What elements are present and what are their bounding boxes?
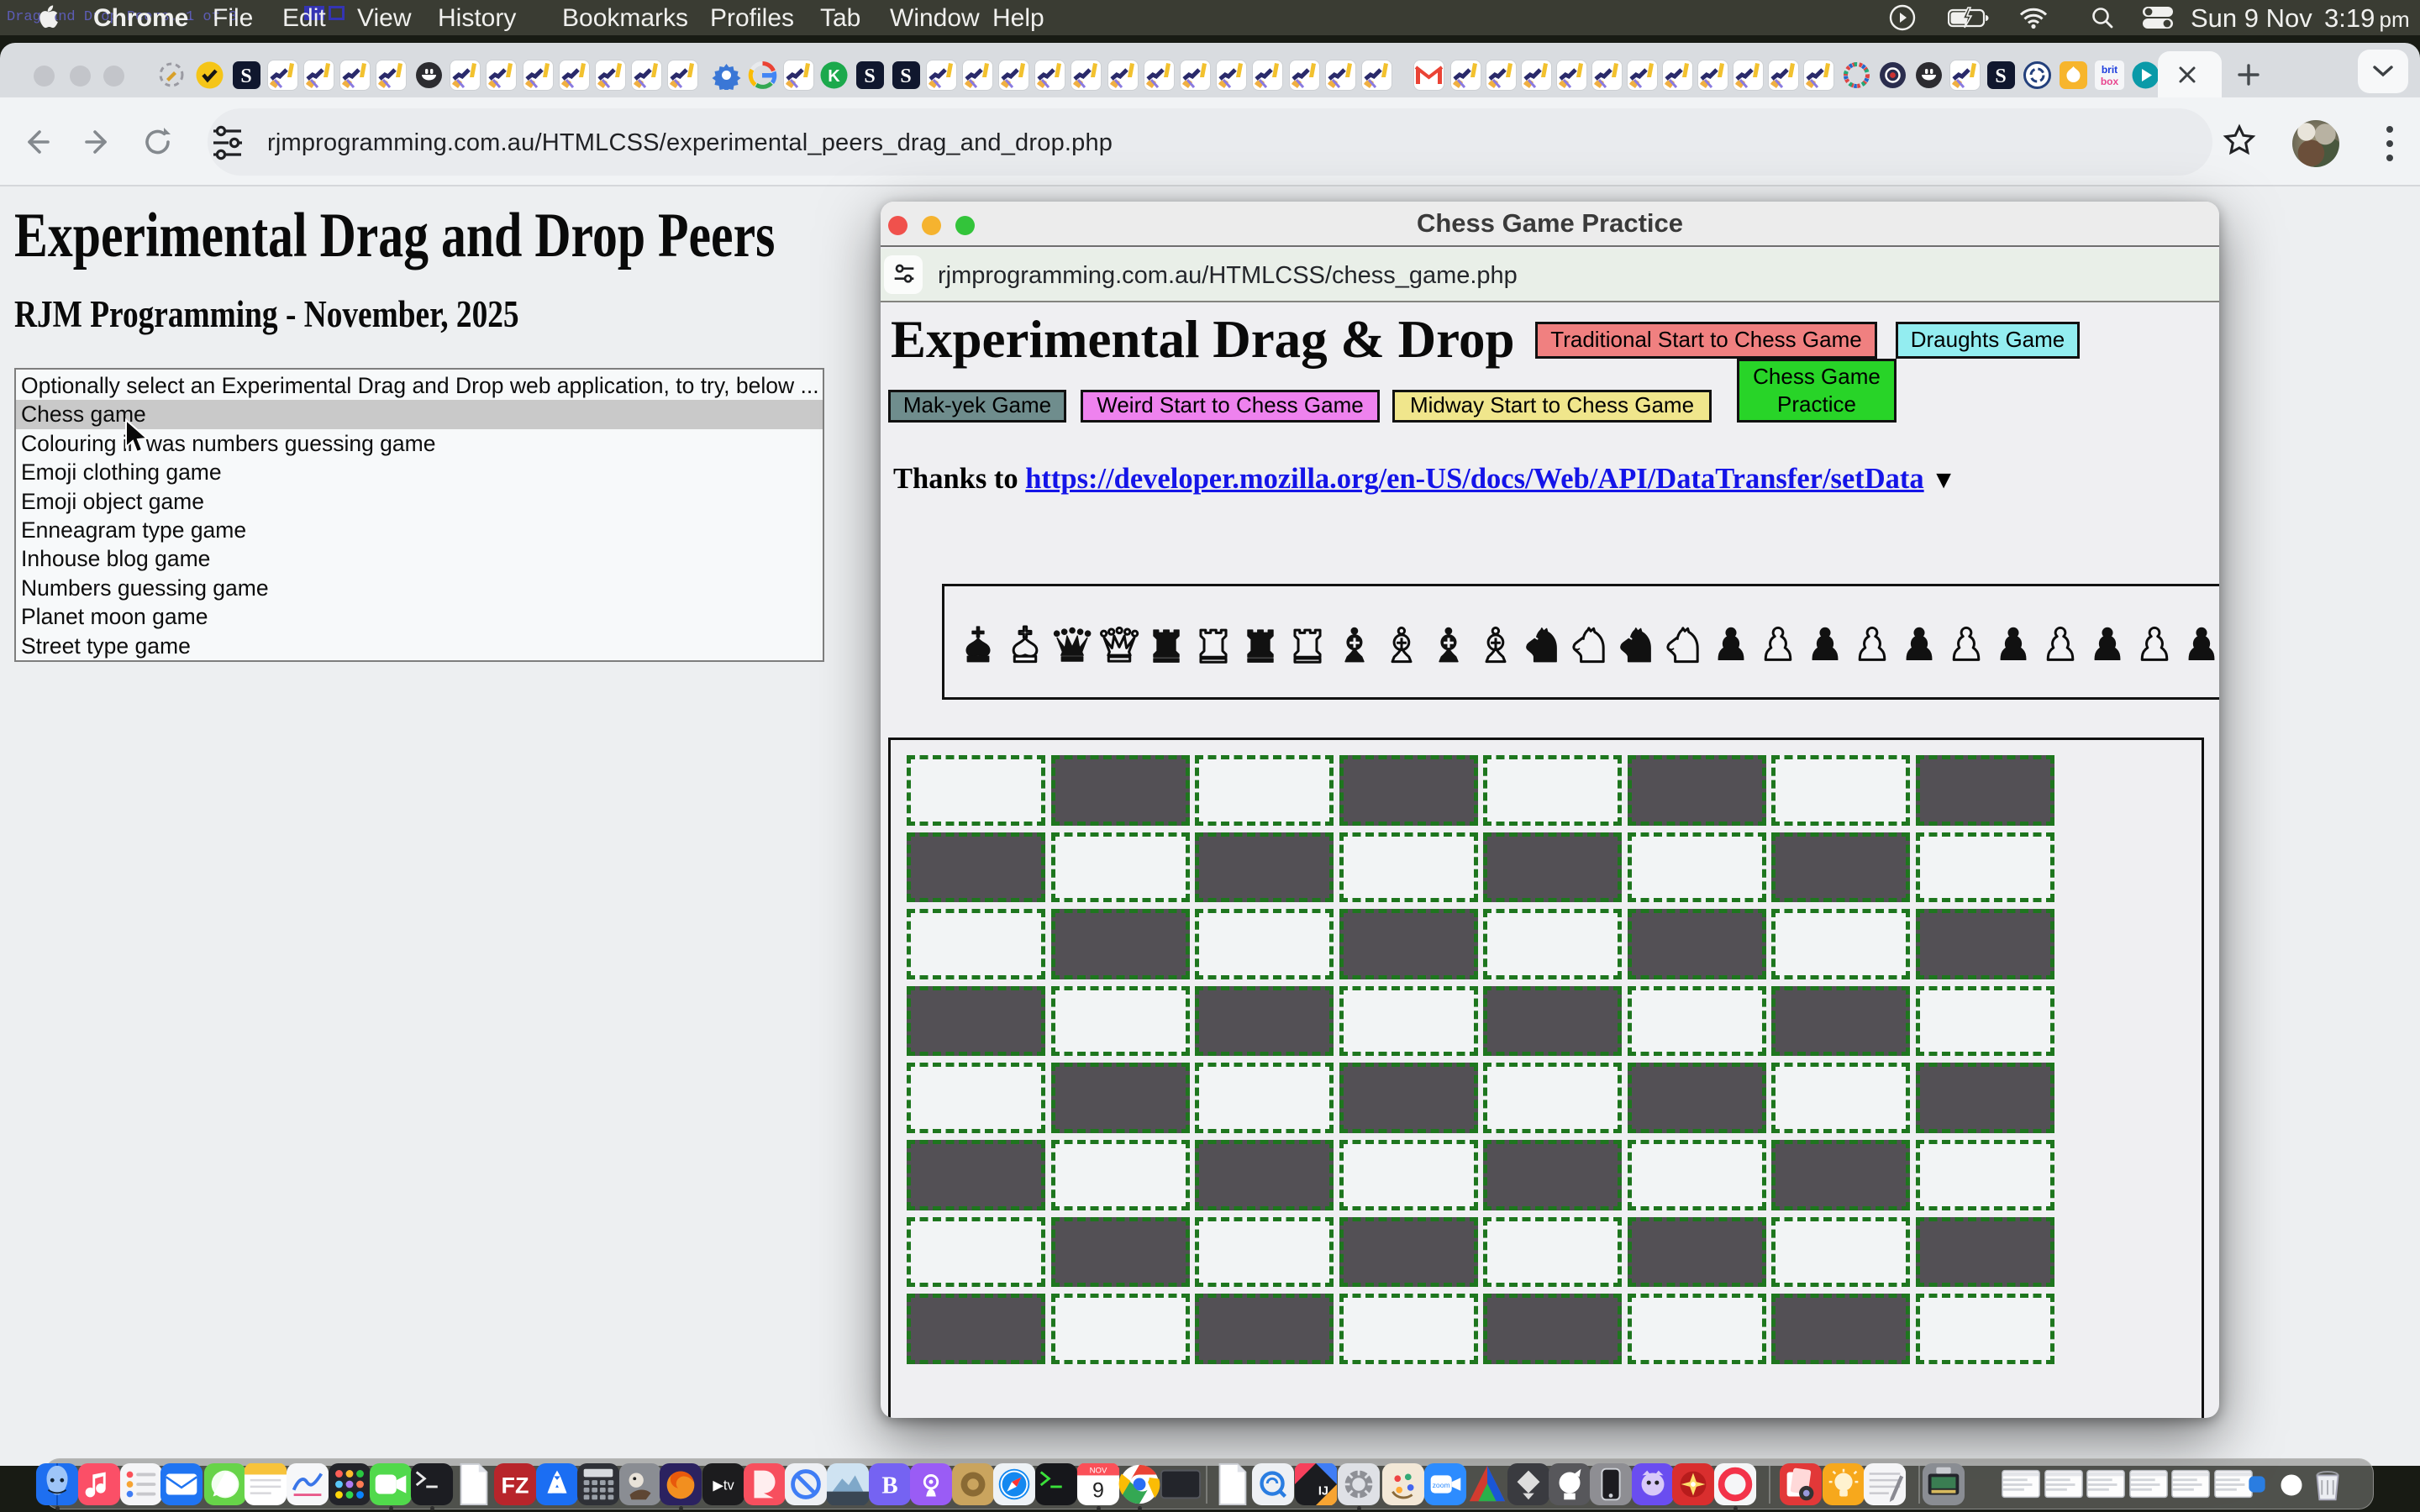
svg-text:B: B	[881, 1473, 897, 1499]
svg-text:box: box	[2100, 76, 2118, 87]
svg-text:IJ: IJ	[1318, 1485, 1328, 1499]
svg-text:S: S	[240, 66, 251, 87]
svg-text:S: S	[864, 66, 875, 87]
svg-text:FZ: FZ	[502, 1473, 529, 1499]
svg-text:9: 9	[1092, 1478, 1104, 1502]
svg-text:▶tv: ▶tv	[713, 1478, 734, 1494]
svg-text:NOV: NOV	[1090, 1467, 1107, 1476]
svg-text:brit: brit	[2101, 64, 2117, 76]
svg-text:S: S	[1995, 66, 2006, 87]
svg-text:K: K	[828, 67, 840, 86]
svg-text:zoom: zoom	[1433, 1481, 1450, 1489]
svg-text:S: S	[900, 66, 911, 87]
